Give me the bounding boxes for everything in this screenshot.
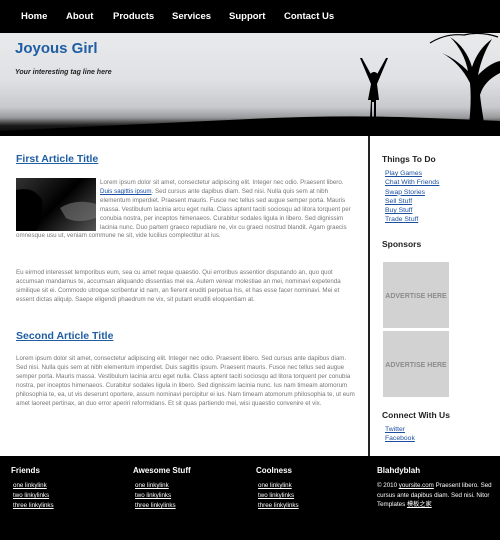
article-title-first[interactable]: First Article Title <box>16 153 98 165</box>
footer-link[interactable]: one linkylink <box>135 481 191 491</box>
things-to-do-heading: Things To Do <box>382 154 436 164</box>
footer-link[interactable]: two linkylinks <box>135 491 191 501</box>
nav-products-link[interactable]: Products <box>113 11 172 22</box>
footer-link[interactable]: two linkylinks <box>13 491 54 501</box>
sidebar-link-trade-stuff[interactable]: Trade Stuff <box>385 216 418 223</box>
footer-col-blahdyblah: Blahdyblah © 2010 yoursite.com Praesent … <box>377 466 492 510</box>
connect-list: Twitter Facebook <box>385 425 415 444</box>
sponsors-heading: Sponsors <box>382 239 422 249</box>
footer-link[interactable]: three linkylinks <box>258 501 299 511</box>
footer-link[interactable]: one linkylink <box>258 481 299 491</box>
content-column: First Article Title Lorem ipsum dolor si… <box>0 136 370 456</box>
footer-heading: Friends <box>11 466 40 475</box>
nav-contact-link[interactable]: Contact Us <box>284 11 334 22</box>
footer-col-coolness: Coolness one linkylink two linkylinks th… <box>256 466 299 511</box>
sidebar-link-buy-stuff[interactable]: Buy Stuff <box>385 207 412 214</box>
article-title-second[interactable]: Second Article Title <box>16 330 113 342</box>
article-body-second-p1: Lorem ipsum dolor sit amet, consectetur … <box>16 355 355 407</box>
footer-col-friends: Friends one linkylink two linkylinks thr… <box>11 466 54 511</box>
advertise-box-2[interactable]: ADVERTISE HERE <box>383 331 449 397</box>
sidebar: Things To Do Play Games Chat With Friend… <box>372 136 500 456</box>
footer: Friends one linkylink two linkylinks thr… <box>0 456 500 540</box>
girl-silhouette <box>360 58 388 118</box>
footer-link[interactable]: one linkylink <box>13 481 54 491</box>
nav-about-link[interactable]: About <box>66 11 113 22</box>
nav-services-link[interactable]: Services <box>172 11 229 22</box>
top-navigation: Home About Products Services Support Con… <box>0 0 500 33</box>
tree-silhouette <box>429 33 500 133</box>
sidebar-link-chat[interactable]: Chat With Friends <box>385 179 439 186</box>
things-to-do-list: Play Games Chat With Friends Swap Storie… <box>385 169 439 225</box>
article-body-first-p2: Eu eirmod interesset temporibus eum, sea… <box>16 269 341 303</box>
footer-heading: Blahdyblah <box>377 466 421 475</box>
advertise-box-1[interactable]: ADVERTISE HERE <box>383 262 449 328</box>
sidebar-link-sell-stuff[interactable]: Sell Stuff <box>385 198 412 205</box>
footer-heading: Coolness <box>256 466 293 475</box>
article-inline-link[interactable]: Duis sagittis ipsum <box>100 188 152 195</box>
nav-support-link[interactable]: Support <box>229 11 284 22</box>
footer-site-link[interactable]: yoursite.com <box>399 482 434 489</box>
footer-copyright-text: © 2010 yoursite.com Praesent libero. Sed… <box>377 482 492 508</box>
site-tagline: Your interesting tag line here <box>15 69 112 76</box>
facebook-link[interactable]: Facebook <box>385 435 415 442</box>
footer-link[interactable]: three linkylinks <box>135 501 191 511</box>
footer-template-link[interactable]: 模板之家 <box>407 501 432 508</box>
nav-home-link[interactable]: Home <box>21 11 66 22</box>
sidebar-link-swap-stories[interactable]: Swap Stories <box>385 189 425 196</box>
twitter-link[interactable]: Twitter <box>385 426 405 433</box>
article-body-first-p1: Lorem ipsum dolor sit amet, consectetur … <box>16 179 351 240</box>
main-area: First Article Title Lorem ipsum dolor si… <box>0 136 500 456</box>
connect-heading: Connect With Us <box>382 410 450 420</box>
footer-col-awesome-stuff: Awesome Stuff one linkylink two linkylin… <box>133 466 191 511</box>
header-banner: Joyous Girl Your interesting tag line he… <box>0 33 500 136</box>
footer-link[interactable]: three linkylinks <box>13 501 54 511</box>
site-title[interactable]: Joyous Girl <box>15 40 98 57</box>
sidebar-link-play-games[interactable]: Play Games <box>385 170 422 177</box>
footer-link[interactable]: two linkylinks <box>258 491 299 501</box>
footer-heading: Awesome Stuff <box>133 466 191 475</box>
